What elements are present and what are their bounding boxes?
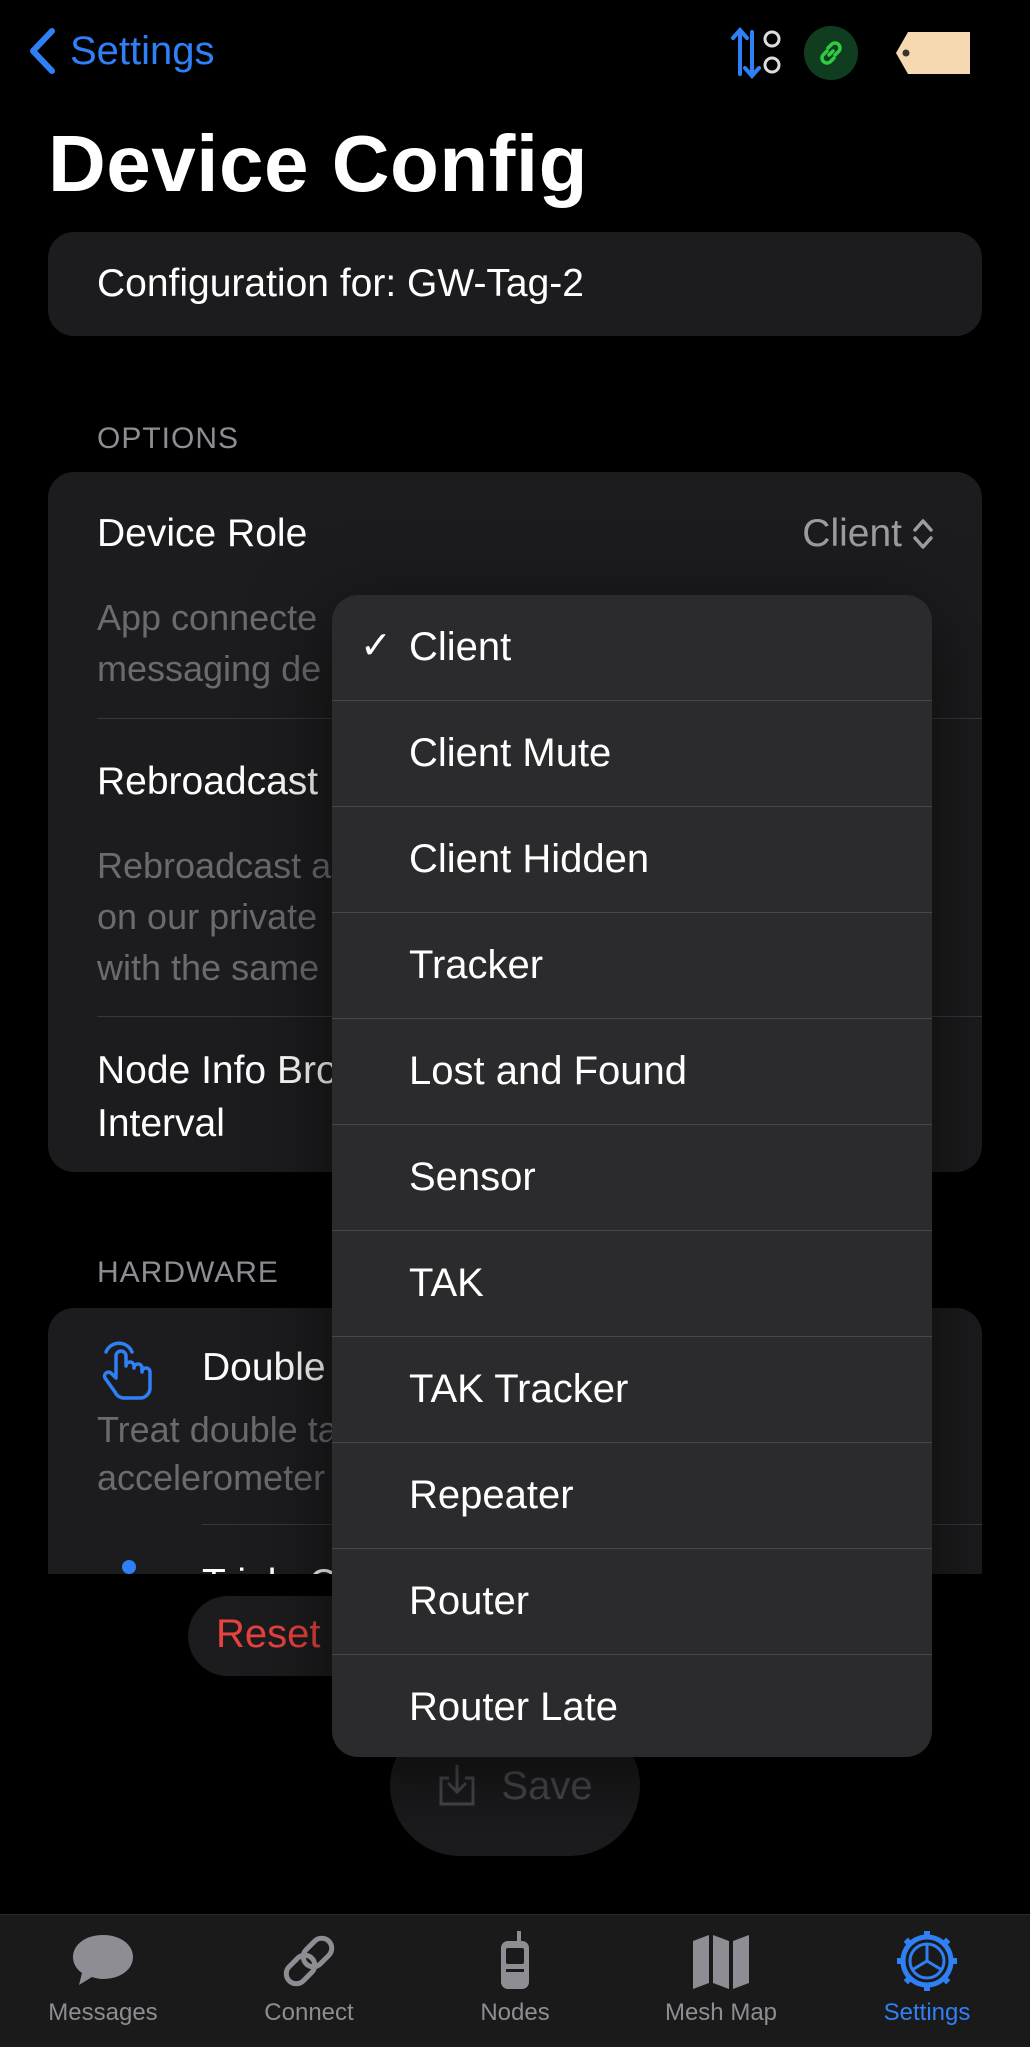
triple-click-label[interactable]: Triple C xyxy=(202,1554,337,1574)
gear-icon xyxy=(897,1931,957,1991)
role-option-label: Tracker xyxy=(409,943,544,987)
tab-settings[interactable]: Settings xyxy=(824,1915,1030,2047)
device-role-value: Client xyxy=(802,512,902,555)
back-button[interactable]: Settings xyxy=(28,28,215,74)
label-line: Node Info Bro xyxy=(97,1049,338,1092)
options-section-header: OPTIONS xyxy=(97,422,240,455)
role-option-label: TAK xyxy=(409,1261,484,1305)
radio-device-icon xyxy=(501,1931,529,1989)
description-line: on our private xyxy=(97,896,318,937)
tab-bar: Messages Connect Nodes Mesh Map Settings xyxy=(0,1914,1030,2047)
role-option-tak-tracker[interactable]: TAK Tracker xyxy=(332,1337,932,1443)
double-tap-description: Treat double ta accelerometer xyxy=(97,1406,338,1502)
description-line: accelerometer xyxy=(97,1457,326,1498)
connection-link-icon[interactable] xyxy=(804,26,858,80)
description-line: Rebroadcast a xyxy=(97,845,332,886)
chevron-left-icon xyxy=(30,28,55,74)
reset-button-label: Reset xyxy=(216,1612,321,1656)
hand-tap-icon xyxy=(102,1341,152,1400)
checkmark-icon: ✓ xyxy=(360,625,392,667)
description-line: Treat double ta xyxy=(97,1409,338,1450)
tag-icon[interactable] xyxy=(894,26,974,80)
tab-messages[interactable]: Messages xyxy=(0,1915,206,2047)
role-option-label: Router Late xyxy=(409,1685,619,1729)
tab-label: Settings xyxy=(883,1999,971,2026)
rebroadcast-label[interactable]: Rebroadcast xyxy=(97,760,318,804)
role-option-client-mute[interactable]: Client Mute xyxy=(332,701,932,807)
triple-click-icon xyxy=(122,1560,136,1574)
role-option-label: Router xyxy=(409,1579,530,1623)
back-button-label: Settings xyxy=(70,28,215,73)
tab-label: Mesh Map xyxy=(664,1999,778,2026)
save-button-label: Save xyxy=(501,1763,593,1808)
device-role-description: App connecte messaging de xyxy=(97,592,321,694)
link-icon xyxy=(820,41,842,65)
description-line: messaging de xyxy=(97,648,322,689)
role-option-tracker[interactable]: Tracker xyxy=(332,913,932,1019)
nodeinfo-interval-label[interactable]: Node Info Bro Interval xyxy=(97,1044,338,1150)
map-icon xyxy=(693,1935,749,1989)
link-icon xyxy=(283,1935,335,1987)
nav-icons xyxy=(730,26,974,80)
role-option-client-hidden[interactable]: Client Hidden xyxy=(332,807,932,913)
rebroadcast-description: Rebroadcast a on our private with the sa… xyxy=(97,840,331,993)
double-tap-label[interactable]: Double xyxy=(202,1346,326,1390)
configuration-card: Configuration for: GW-Tag-2 xyxy=(48,232,982,336)
tab-label: Connect xyxy=(264,1999,354,2026)
tab-label: Nodes xyxy=(480,1999,550,2026)
role-option-label: TAK Tracker xyxy=(409,1367,629,1411)
hardware-section-header: HARDWARE xyxy=(97,1256,279,1289)
role-option-sensor[interactable]: Sensor xyxy=(332,1125,932,1231)
role-option-label: Sensor xyxy=(409,1155,536,1199)
device-role-menu: ✓ Client Client Mute Client Hidden Track… xyxy=(332,595,932,1757)
label-line: Interval xyxy=(97,1102,225,1145)
role-option-label: Client Mute xyxy=(409,731,612,775)
description-line: with the same xyxy=(97,947,320,988)
role-option-label: Lost and Found xyxy=(409,1049,687,1093)
message-bubble-icon xyxy=(73,1935,133,1985)
device-role-picker[interactable]: Client xyxy=(802,512,934,556)
tab-mesh-map[interactable]: Mesh Map xyxy=(618,1915,824,2047)
role-option-repeater[interactable]: Repeater xyxy=(332,1443,932,1549)
device-role-label: Device Role xyxy=(97,512,308,555)
chevron-up-down-icon xyxy=(913,519,933,549)
role-option-client[interactable]: ✓ Client xyxy=(332,595,932,701)
tab-label: Messages xyxy=(48,1999,158,2026)
role-option-router[interactable]: Router xyxy=(332,1549,932,1655)
navigation-bar: Settings xyxy=(0,0,1030,110)
sort-arrows-icon[interactable] xyxy=(730,26,782,80)
tab-connect[interactable]: Connect xyxy=(206,1915,412,2047)
role-option-router-late[interactable]: Router Late xyxy=(332,1655,932,1757)
download-tray-icon xyxy=(439,1764,475,1806)
role-option-tak[interactable]: TAK xyxy=(332,1231,932,1337)
role-option-lost-and-found[interactable]: Lost and Found xyxy=(332,1019,932,1125)
role-option-label: Client Hidden xyxy=(409,837,650,881)
description-line: App connecte xyxy=(97,597,318,638)
tab-nodes[interactable]: Nodes xyxy=(412,1915,618,2047)
role-option-label: Repeater xyxy=(409,1473,574,1517)
page-title: Device Config xyxy=(48,119,588,208)
role-option-label: Client xyxy=(409,625,512,669)
configuration-label: Configuration for: GW-Tag-2 xyxy=(97,262,584,305)
